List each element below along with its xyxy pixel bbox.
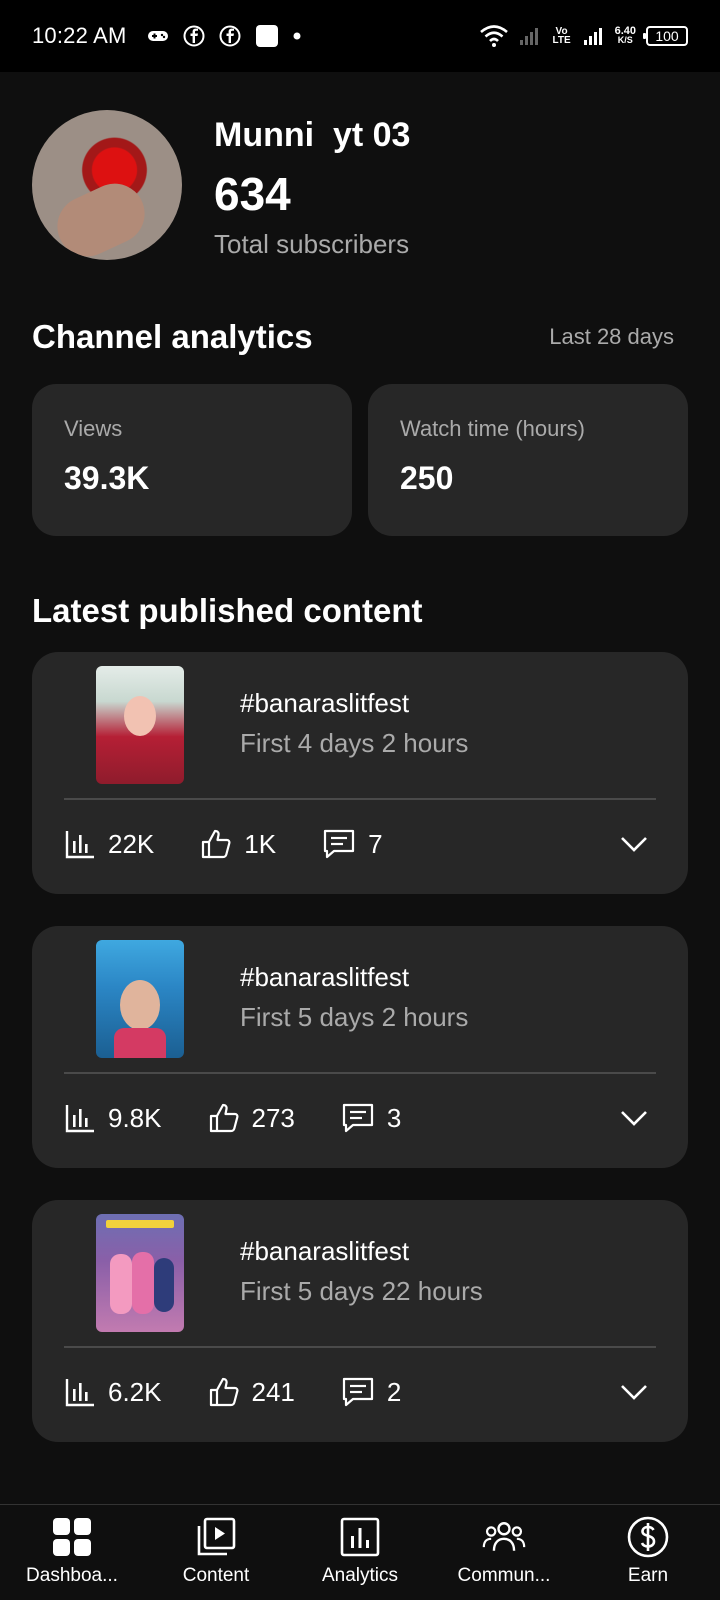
watch-time-value: 250 [400,460,454,496]
channel-analytics-title: Channel analytics [32,318,313,355]
avatar[interactable] [32,110,182,260]
nav-community[interactable]: Commun... [432,1505,576,1600]
channel-name: Munni yt 03 [214,116,411,154]
chevron-down-icon[interactable] [618,828,650,860]
video-title: #banaraslitfest [240,1236,410,1266]
thumbs-up-icon [209,1103,239,1133]
subscriber-label: Total subscribers [214,229,410,259]
likes-count: 241 [251,1376,295,1407]
bar-chart-icon [65,1379,94,1407]
likes-count: 1K [244,828,277,859]
likes-metric: 273 [208,1102,295,1134]
likes-count: 273 [251,1102,295,1133]
analytics-period: Last 28 days [549,324,674,349]
views-card[interactable]: Views 39.3K [32,384,352,536]
chevron-down-icon[interactable] [618,1102,650,1134]
battery-indicator: 100 [643,26,688,46]
subscriber-count: 634 [214,168,291,220]
nav-label: Content [182,1565,250,1586]
comments-count: 2 [386,1376,402,1407]
nav-earn[interactable]: Earn [576,1505,720,1600]
status-time: 10:22 AM [32,23,127,48]
content-card[interactable]: #banaraslitfest First 4 days 2 hours 22K… [32,652,688,894]
divider [64,1072,656,1074]
views-value: 39.3K [64,460,150,496]
channel-header: Munni yt 03 634 Total subscribers [32,110,410,260]
watch-time-card[interactable]: Watch time (hours) 250 [368,384,688,536]
facebook-icon-2 [219,25,241,47]
wifi-icon [479,24,509,48]
thumbs-up-icon [209,1377,239,1407]
views-count: 22K [108,828,155,859]
views-count: 9.8K [108,1102,162,1133]
community-icon [482,1515,526,1559]
analytics-icon [338,1515,382,1559]
nav-label: Earn [627,1565,669,1586]
nav-label: Commun... [457,1565,551,1586]
signal-weak-icon [519,26,541,46]
app-square-icon [255,24,279,48]
views-metric: 6.2K [64,1376,162,1408]
net-speed-unit: K/S [617,35,633,45]
thumbs-up-icon [202,829,231,859]
watch-time-label: Watch time (hours) [400,416,586,441]
net-speed: 6.40 K/S [615,26,636,45]
bottom-nav: Dashboa... Content Analytics Commun... E… [0,1504,720,1600]
views-label: Views [64,416,123,441]
latest-content-title: Latest published content [32,592,423,629]
divider [64,798,656,800]
content-card[interactable]: #banaraslitfest First 5 days 22 hours 6.… [32,1200,688,1442]
content-icon [194,1515,238,1559]
views-count: 6.2K [108,1376,162,1407]
divider [64,1346,656,1348]
nav-label: Dashboa... [26,1565,118,1586]
chevron-down-icon[interactable] [618,1376,650,1408]
bar-chart-icon [65,1105,94,1133]
content-card[interactable]: #banaraslitfest First 5 days 2 hours 9.8… [32,926,688,1168]
status-bar: 10:22 AM Vo LTE 6.40 K/S 100 [0,0,720,72]
notification-dot-icon [293,32,301,40]
video-period: First 5 days 22 hours [240,1276,483,1306]
video-thumbnail[interactable] [96,940,184,1058]
bar-chart-icon [65,831,94,859]
likes-metric: 241 [208,1376,295,1408]
facebook-icon [183,25,205,47]
comment-icon [342,1377,373,1407]
views-metric: 9.8K [64,1102,162,1134]
dashboard-icon [50,1515,94,1559]
nav-analytics[interactable]: Analytics [288,1505,432,1600]
gamepad-icon [147,29,169,43]
comment-icon [323,829,355,859]
video-thumbnail[interactable] [96,1214,184,1332]
nav-label: Analytics [321,1565,399,1586]
likes-metric: 1K [200,828,276,860]
volte-label: Vo LTE [552,26,571,46]
nav-dashboard[interactable]: Dashboa... [0,1505,144,1600]
views-metric: 22K [64,828,154,860]
comment-icon [342,1103,373,1133]
earn-icon [626,1515,670,1559]
video-title: #banaraslitfest [240,688,410,718]
comments-count: 7 [368,828,383,859]
comments-metric: 7 [322,828,383,860]
comments-metric: 2 [341,1376,401,1408]
comments-count: 3 [386,1102,402,1133]
nav-content[interactable]: Content [144,1505,288,1600]
comments-metric: 3 [341,1102,401,1134]
signal-strong-icon [583,26,605,46]
video-title: #banaraslitfest [240,962,410,992]
video-period: First 4 days 2 hours [240,728,469,758]
video-thumbnail[interactable] [96,666,184,784]
video-period: First 5 days 2 hours [240,1002,469,1032]
